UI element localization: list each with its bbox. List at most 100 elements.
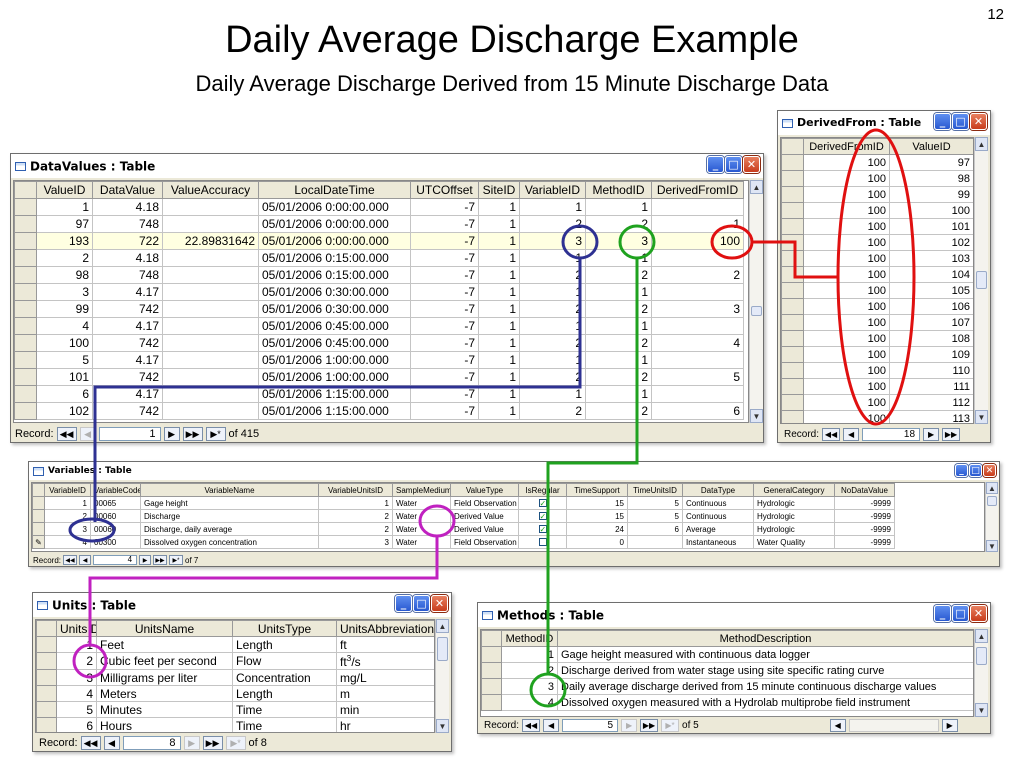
table-row[interactable]: 6 Hours Time hr: [36, 717, 434, 732]
table-cell[interactable]: 1: [519, 249, 586, 267]
table-cell[interactable]: 2: [519, 368, 586, 386]
table-cell[interactable]: 4.17: [92, 351, 163, 369]
table-cell[interactable]: 3: [501, 678, 558, 695]
new-record-icon[interactable]: ▶*: [205, 427, 226, 441]
last-record-icon[interactable]: ▶▶: [640, 719, 659, 732]
table-row[interactable]: 100 742 05/01/2006 0:45:00.000 -7 1 2 2 4: [14, 334, 744, 352]
table-cell[interactable]: 3: [585, 232, 652, 250]
column-header[interactable]: LocalDateTime: [258, 181, 411, 199]
table-cell[interactable]: Minutes: [96, 701, 233, 718]
table-cell[interactable]: 3: [519, 232, 586, 250]
scroll-down-icon[interactable]: ▼: [436, 719, 449, 733]
table-cell[interactable]: 109: [889, 346, 973, 363]
table-cell[interactable]: -7: [410, 249, 479, 267]
table-cell[interactable]: 100: [803, 218, 890, 235]
table-cell[interactable]: ✓: [518, 509, 567, 523]
table-cell[interactable]: 742: [92, 368, 163, 386]
table-cell[interactable]: 101: [889, 218, 973, 235]
record-number-field[interactable]: 8: [122, 736, 181, 750]
row-selector[interactable]: [14, 283, 37, 301]
table-cell[interactable]: Discharge, daily average: [140, 522, 319, 536]
table-row[interactable]: 1 Feet Length ft: [36, 636, 434, 653]
table-cell[interactable]: 00060: [90, 509, 141, 523]
row-selector[interactable]: [781, 170, 804, 187]
table-cell[interactable]: 1: [478, 198, 520, 216]
table-cell[interactable]: 100: [651, 232, 744, 250]
variables-grid[interactable]: VariableID VariableCode VariableName Variab…: [31, 482, 985, 552]
table-cell[interactable]: Length: [232, 636, 337, 653]
table-cell[interactable]: 2: [585, 368, 652, 386]
table-cell[interactable]: Milligrams per liter: [96, 669, 233, 686]
scroll-up-icon[interactable]: ▲: [750, 180, 763, 194]
table-cell[interactable]: 2: [585, 402, 652, 420]
table-cell[interactable]: 1: [478, 334, 520, 352]
table-cell[interactable]: -7: [410, 232, 479, 250]
table-cell[interactable]: 05/01/2006 0:45:00.000: [258, 334, 411, 352]
table-row[interactable]: 2 00060 Discharge 2 Water Derived Value ✓ 15 5 Co…: [32, 509, 895, 523]
row-selector[interactable]: [781, 394, 804, 411]
table-row[interactable]: 100 111: [781, 378, 973, 395]
row-selector[interactable]: [32, 509, 45, 523]
table-cell[interactable]: ✓: [518, 496, 567, 510]
table-cell[interactable]: Average: [682, 522, 754, 536]
scroll-up-icon[interactable]: ▲: [975, 629, 988, 643]
row-selector[interactable]: [481, 694, 502, 711]
record-number-field[interactable]: 5: [562, 719, 619, 732]
row-selector[interactable]: [14, 215, 37, 233]
table-cell[interactable]: 4: [44, 535, 91, 549]
table-cell[interactable]: 22.89831642: [162, 232, 259, 250]
table-cell[interactable]: [162, 334, 259, 352]
table-cell[interactable]: 6: [627, 522, 683, 536]
table-cell[interactable]: 1: [585, 249, 652, 267]
table-cell[interactable]: 2: [585, 266, 652, 284]
table-cell[interactable]: [162, 300, 259, 318]
table-cell[interactable]: Water: [392, 522, 451, 536]
table-cell[interactable]: 100: [803, 234, 890, 251]
table-cell[interactable]: -7: [410, 317, 479, 335]
table-cell[interactable]: 3: [44, 522, 91, 536]
table-cell[interactable]: 108: [889, 330, 973, 347]
table-cell[interactable]: 102: [36, 402, 93, 420]
prev-record-icon[interactable]: ◀: [79, 427, 96, 441]
row-selector[interactable]: [781, 314, 804, 331]
table-cell[interactable]: 1: [478, 317, 520, 335]
table-cell[interactable]: -9999: [834, 522, 895, 536]
table-cell[interactable]: 1: [478, 385, 520, 403]
table-row[interactable]: 1 00065 Gage height 1 Water Field Observation…: [32, 496, 895, 510]
table-cell[interactable]: 05/01/2006 0:45:00.000: [258, 317, 411, 335]
table-cell[interactable]: 112: [889, 394, 973, 411]
units-title-bar[interactable]: Units : Table _ □ ✕: [33, 593, 451, 617]
table-cell[interactable]: 6: [651, 402, 744, 420]
table-cell[interactable]: Meters: [96, 685, 233, 702]
scroll-thumb[interactable]: [751, 306, 762, 316]
derivedfrom-grid[interactable]: DerivedFromID ValueID 100 97 100 98 100 99 100 10…: [780, 137, 974, 424]
minimize-icon[interactable]: _: [955, 464, 968, 477]
row-selector[interactable]: [14, 232, 37, 250]
scroll-down-icon[interactable]: ▼: [986, 540, 998, 552]
table-cell[interactable]: 2: [585, 300, 652, 318]
table-cell[interactable]: Continuous: [682, 496, 754, 510]
column-header[interactable]: UnitsName: [96, 620, 233, 637]
scroll-down-icon[interactable]: ▼: [750, 409, 763, 423]
column-header[interactable]: UnitsAbbreviation: [336, 620, 434, 637]
table-row[interactable]: 100 112: [781, 394, 973, 411]
table-cell[interactable]: -7: [410, 402, 479, 420]
table-cell[interactable]: 1: [585, 385, 652, 403]
table-row[interactable]: 3 Milligrams per liter Concentration mg/L: [36, 669, 434, 686]
row-selector[interactable]: [14, 334, 37, 352]
table-cell[interactable]: 2: [651, 266, 744, 284]
next-record-icon[interactable]: ▶: [139, 555, 152, 565]
table-cell[interactable]: 1: [44, 496, 91, 510]
table-row[interactable]: 98 748 05/01/2006 0:15:00.000 -7 1 2 2 2: [14, 266, 744, 284]
table-cell[interactable]: [651, 283, 744, 301]
column-header[interactable]: IsRegular: [518, 483, 567, 497]
table-cell[interactable]: 4.17: [92, 283, 163, 301]
table-cell[interactable]: 1: [519, 198, 586, 216]
row-selector[interactable]: [781, 346, 804, 363]
table-cell[interactable]: Concentration: [232, 669, 337, 686]
table-cell[interactable]: [162, 249, 259, 267]
row-selector[interactable]: [14, 300, 37, 318]
table-cell[interactable]: 100: [803, 170, 890, 187]
derivedfrom-window[interactable]: DerivedFrom : Table _ □ ✕ DerivedFromID V…: [777, 110, 991, 443]
column-header[interactable]: VariableName: [140, 483, 319, 497]
